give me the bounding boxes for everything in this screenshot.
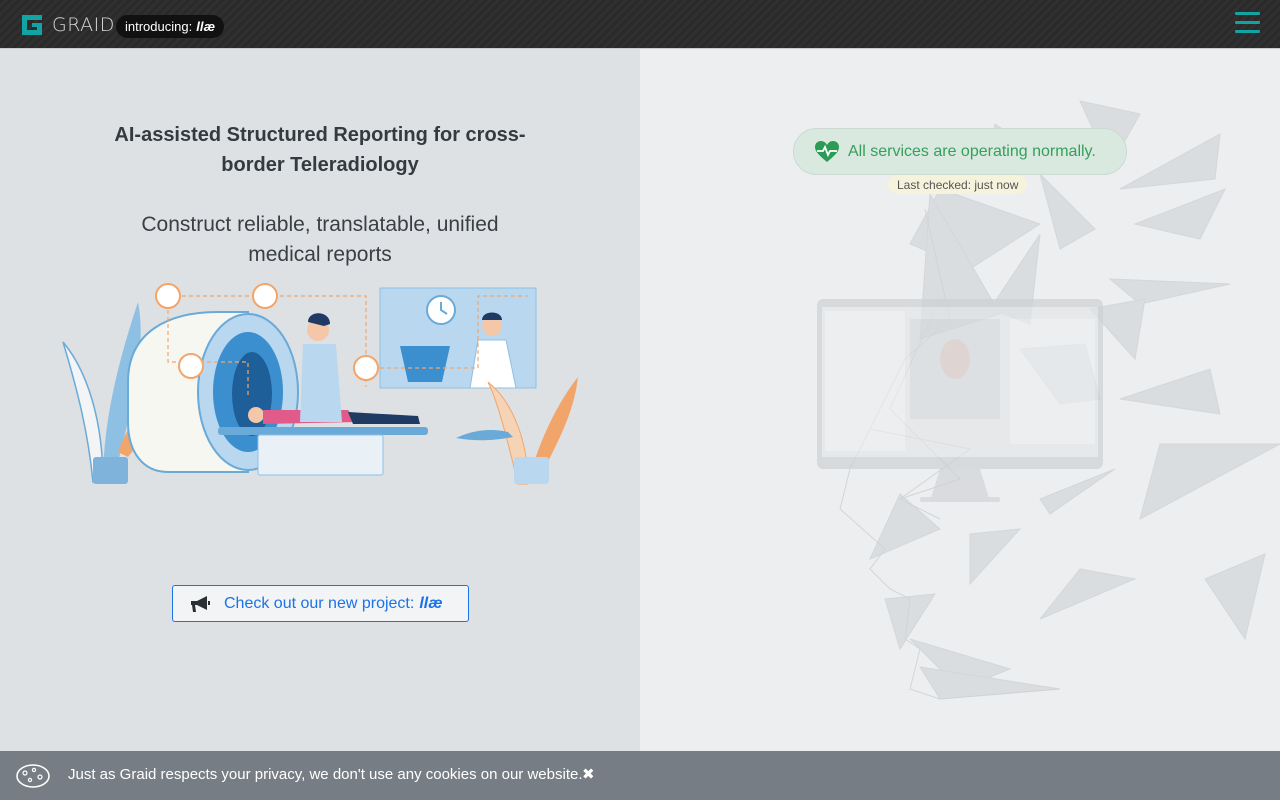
hamburger-icon: [1235, 12, 1260, 15]
cookie-message: Just as Graid respects your privacy, we …: [68, 766, 583, 783]
introducing-label: introducing:: [125, 19, 193, 34]
hamburger-menu-button[interactable]: [1235, 12, 1260, 37]
introducing-badge[interactable]: introducing: llæ: [116, 15, 225, 38]
megaphone-icon: [191, 595, 210, 612]
top-navbar: GRAID introducing: llæ: [0, 0, 1280, 49]
close-icon[interactable]: ✖: [582, 765, 595, 783]
doctor-station: [379, 287, 537, 389]
last-checked-badge: Last checked: just now: [888, 175, 1028, 194]
mri-teleradiology-illustration: [62, 283, 578, 485]
status-message: All services are operating normally.: [848, 142, 1096, 160]
hero-subline: Construct reliable, translatable, unifie…: [141, 213, 499, 266]
plant-right: [456, 377, 578, 485]
heartbeat-icon: [815, 140, 839, 162]
introducing-brand: llæ: [196, 19, 216, 34]
graid-logo-mark-icon: [22, 15, 42, 35]
status-panel: All services are operating normally. Las…: [640, 49, 1280, 751]
cta-label: Check out our new project:: [224, 594, 415, 612]
hero-panel: AI-assisted Structured Reporting for cro…: [0, 49, 640, 751]
service-status-pill: All services are operating normally.: [793, 128, 1127, 175]
monitor-graphic: [817, 299, 1103, 502]
hero-headline: AI-assisted Structured Reporting for cro…: [114, 124, 526, 176]
nurse: [300, 313, 342, 422]
hamburger-line: [1235, 30, 1260, 33]
cookie-notice-bar: Just as Graid respects your privacy, we …: [0, 751, 1280, 800]
cookie-icon: [16, 764, 50, 788]
graid-logo-text: GRAID: [52, 14, 115, 36]
hamburger-line: [1235, 21, 1260, 24]
graid-logo[interactable]: GRAID: [20, 12, 115, 38]
cta-brand: llæ: [419, 594, 443, 612]
new-project-button[interactable]: Check out our new project: llæ: [172, 585, 469, 622]
